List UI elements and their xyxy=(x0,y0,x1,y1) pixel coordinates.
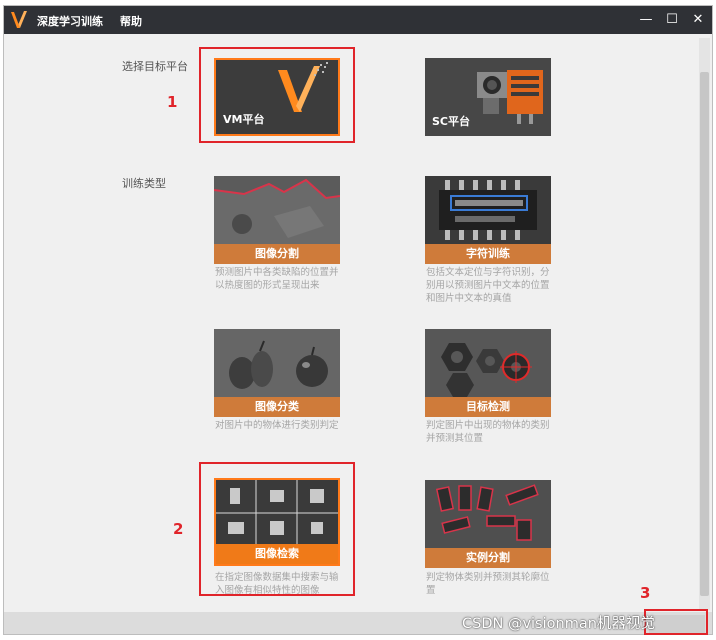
v-logo-icon xyxy=(11,11,27,28)
minimize-button[interactable]: — xyxy=(636,10,656,30)
annotation-number-2: 2 xyxy=(173,520,184,538)
title-bar: 深度学习训练 帮助 — ☐ ✕ xyxy=(4,6,712,34)
tile-character-training[interactable]: 字符训练 xyxy=(425,176,551,264)
scrollbar-thumb[interactable] xyxy=(700,72,709,596)
tile-object-detection[interactable]: 目标检测 xyxy=(425,329,551,417)
tile-label: 目标检测 xyxy=(425,397,551,417)
tile-label: 实例分割 xyxy=(425,548,551,568)
annotation-box-1 xyxy=(199,47,355,143)
tile-label: 图像分割 xyxy=(214,244,340,264)
tile-image-segmentation[interactable]: 图像分割 xyxy=(214,176,340,264)
vertical-scrollbar[interactable] xyxy=(699,38,710,610)
main-content: 选择目标平台 训练类型 VM平台 SC平台 图像分割 预测图片中各类缺陷的位置并… xyxy=(4,34,712,612)
instance-preview xyxy=(425,480,551,548)
sc-platform-label: SC平台 xyxy=(432,115,470,128)
fruit-preview xyxy=(214,329,340,397)
tile-instance-segmentation[interactable]: 实例分割 xyxy=(425,480,551,568)
annotation-number-3: 3 xyxy=(640,584,651,602)
maximize-button[interactable]: ☐ xyxy=(662,10,682,30)
watermark: CSDN @visionman机器视觉 xyxy=(462,616,655,632)
training-type-section-label: 训练类型 xyxy=(122,177,166,190)
platform-section-label: 选择目标平台 xyxy=(122,60,188,73)
help-menu[interactable]: 帮助 xyxy=(120,13,142,29)
app-window: 深度学习训练 帮助 — ☐ ✕ 选择目标平台 训练类型 VM平台 SC平台 图像… xyxy=(3,5,713,635)
tile-description: 包括文本定位与字符识别，分别用以预测图片中文本的位置和图片中文本的真值 xyxy=(426,267,550,304)
annotation-number-1: 1 xyxy=(167,93,178,111)
tile-image-classification[interactable]: 图像分类 xyxy=(214,329,340,417)
annotation-box-2 xyxy=(199,462,355,596)
close-button[interactable]: ✕ xyxy=(688,10,708,30)
nuts-preview xyxy=(425,329,551,397)
sc-platform-card[interactable]: SC平台 xyxy=(425,58,551,136)
segmentation-preview xyxy=(214,176,340,244)
tile-description: 对图片中的物体进行类别判定 xyxy=(215,420,339,431)
tile-description: 判定物体类别并预测其轮廓位置 xyxy=(426,572,550,596)
tile-description: 判定图片中出现的物体的类别并预测其位置 xyxy=(426,420,550,444)
ocr-chip-preview xyxy=(425,176,551,244)
tile-description: 预测图片中各类缺陷的位置并以热度图的形式呈现出来 xyxy=(215,267,339,291)
app-title: 深度学习训练 xyxy=(37,15,103,28)
tile-label: 图像分类 xyxy=(214,397,340,417)
tile-label: 字符训练 xyxy=(425,244,551,264)
